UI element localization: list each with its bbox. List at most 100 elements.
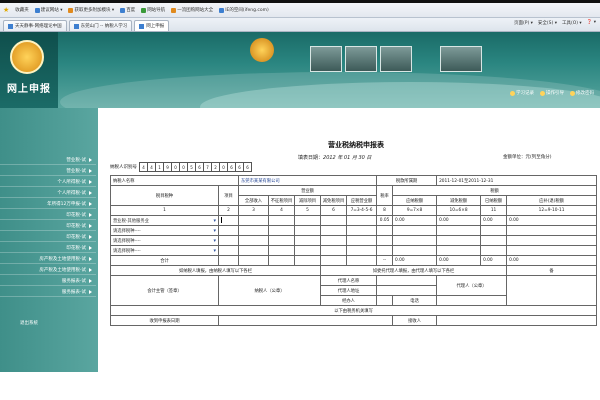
input-cell[interactable] xyxy=(294,215,322,226)
sidebar-item[interactable]: 服务报表-试 xyxy=(0,288,96,297)
sidebar-item[interactable]: 个人所得税-试 xyxy=(0,178,96,187)
value-cell xyxy=(480,225,508,236)
table-row: 请选择税种---- ▾ xyxy=(110,235,598,246)
sidebar-item[interactable]: 年所得12万申报-试 xyxy=(0,200,96,209)
input-cell[interactable] xyxy=(268,245,296,256)
rate-cell xyxy=(376,225,394,236)
sidebar-item[interactable]: 营业税-试 xyxy=(0,167,96,176)
input-cell[interactable] xyxy=(320,215,348,226)
value-cell: 0.00 xyxy=(506,215,598,226)
screen-bottom-margin xyxy=(0,372,600,400)
study-record-link[interactable]: 学习记录 xyxy=(510,90,534,96)
index-cell: 4 xyxy=(268,205,296,216)
sidebar-item[interactable]: 印花税-试 xyxy=(0,211,96,220)
value-cell xyxy=(392,225,438,236)
tax-emblem-icon xyxy=(250,38,274,62)
sidebar-item[interactable]: 印花税-试 xyxy=(0,233,96,242)
line-input[interactable] xyxy=(217,215,240,226)
favorites-star-icon[interactable]: ★ xyxy=(3,6,9,14)
favorite-link[interactable]: 一流团购网站大全 xyxy=(171,7,213,13)
tax-item-select[interactable]: 营业税-其他服务业 ▾ xyxy=(110,215,219,226)
sidebar-item[interactable]: 服务报表-试 xyxy=(0,277,96,286)
value-cell: 0.00 xyxy=(480,215,508,226)
input-cell[interactable] xyxy=(268,235,296,246)
input-cell[interactable] xyxy=(238,245,270,256)
tax-item-select[interactable]: 请选择税种---- ▾ xyxy=(110,235,219,246)
value-cell xyxy=(506,245,598,256)
value-cell xyxy=(436,245,482,256)
favorite-link[interactable]: 建议网站 ▾ xyxy=(34,7,62,13)
input-cell[interactable] xyxy=(320,225,348,236)
tax-item-select[interactable]: 请选择税种---- ▾ xyxy=(110,245,219,256)
sidebar-item[interactable]: 个人所得税-试 xyxy=(0,189,96,198)
col-header: 应补(退)税额 xyxy=(506,195,598,206)
logout-link[interactable]: 退出系统 xyxy=(20,320,38,326)
index-cell: 11 xyxy=(480,205,508,216)
value-cell xyxy=(480,245,508,256)
table-row: 请选择税种---- ▾ xyxy=(110,225,598,236)
handler-input[interactable] xyxy=(376,295,394,306)
input-cell[interactable] xyxy=(320,235,348,246)
favorite-link[interactable]: 百度 xyxy=(120,7,135,13)
input-cell[interactable] xyxy=(346,235,378,246)
key-icon xyxy=(570,90,575,96)
safety-menu[interactable]: 安全(S) ▾ xyxy=(538,20,557,26)
input-cell[interactable] xyxy=(238,235,270,246)
index-cell: 8 xyxy=(376,205,394,216)
help-menu[interactable]: ❓ ▾ xyxy=(587,20,596,26)
input-cell[interactable] xyxy=(268,215,296,226)
page-menu[interactable]: 页面(P) ▾ xyxy=(514,20,533,26)
arrow-right-icon xyxy=(89,224,92,228)
input-cell[interactable] xyxy=(294,225,322,236)
value-cell xyxy=(392,235,438,246)
input-cell[interactable] xyxy=(238,215,270,226)
input-cell[interactable] xyxy=(294,235,322,246)
input-cell[interactable] xyxy=(217,225,240,236)
arrow-right-icon xyxy=(89,290,92,294)
col-header: 应税营业额 xyxy=(346,195,378,206)
favorite-link[interactable]: 获取更多附加模块 ▾ xyxy=(68,7,114,13)
arrow-right-icon xyxy=(89,213,92,217)
favorite-link[interactable]: 网站导航 xyxy=(141,7,165,13)
sidebar-item[interactable]: 房产税及土地使用税-试 xyxy=(0,255,96,264)
change-password-link[interactable]: 修改密码 xyxy=(570,90,594,96)
rate-cell: 0.05 xyxy=(376,215,394,226)
sidebar-item[interactable]: 房产税及土地使用税-试 xyxy=(0,266,96,275)
input-cell[interactable] xyxy=(346,245,378,256)
input-cell[interactable] xyxy=(346,215,378,226)
browser-tab[interactable]: 东莞山门 -- 纳税人学习 xyxy=(68,20,133,31)
input-cell[interactable] xyxy=(217,245,240,256)
sidebar-item[interactable]: 印花税-试 xyxy=(0,222,96,231)
input-cell[interactable] xyxy=(346,225,378,236)
period-value: 2011-12-01至2011-12-31 xyxy=(436,175,598,186)
phone-input[interactable] xyxy=(436,295,508,306)
input-cell[interactable] xyxy=(217,235,240,246)
browser-tab-active[interactable]: 网上申报 xyxy=(134,20,170,31)
rate-cell xyxy=(376,245,394,256)
banner-photo xyxy=(345,46,377,72)
col-rate: 税率 xyxy=(376,185,394,206)
agent-address-label: 代理人地址 xyxy=(320,285,378,296)
agent-address-input[interactable] xyxy=(376,285,438,296)
favorite-link[interactable]: IE的空间(ifeng.com) xyxy=(219,7,269,13)
tools-menu[interactable]: 工具(O) ▾ xyxy=(562,20,582,26)
page-icon xyxy=(68,7,74,13)
browser-tab[interactable]: 天天静事-网络理论中国 xyxy=(3,20,67,31)
arrow-right-icon xyxy=(89,268,92,272)
input-cell[interactable] xyxy=(268,225,296,236)
sidebar-item[interactable]: 营业税-试 xyxy=(0,156,96,165)
site-logo[interactable]: 网上申报 xyxy=(0,32,58,108)
taxpayer-sign-label: 纳税人（公章） xyxy=(217,275,322,306)
input-cell[interactable] xyxy=(320,245,348,256)
input-cell[interactable] xyxy=(294,245,322,256)
tax-item-select[interactable]: 请选择税种---- ▾ xyxy=(110,225,219,236)
input-cell[interactable] xyxy=(238,225,270,236)
taxpayer-id-boxes: 44190056720666 xyxy=(139,162,252,172)
agent-name-input[interactable] xyxy=(376,275,438,286)
guide-link[interactable]: 操作引导 xyxy=(540,90,564,96)
form-title: 营业税纳税申报表 xyxy=(328,141,384,149)
sidebar-item[interactable]: 印花税-试 xyxy=(0,244,96,253)
favorites-bar: ★ 收藏夹 建议网站 ▾ 获取更多附加模块 ▾ 百度 网站导航 一流团购网站大全… xyxy=(0,3,600,18)
favorites-label[interactable]: 收藏夹 xyxy=(15,7,29,13)
chevron-down-icon: ▾ xyxy=(213,247,216,254)
